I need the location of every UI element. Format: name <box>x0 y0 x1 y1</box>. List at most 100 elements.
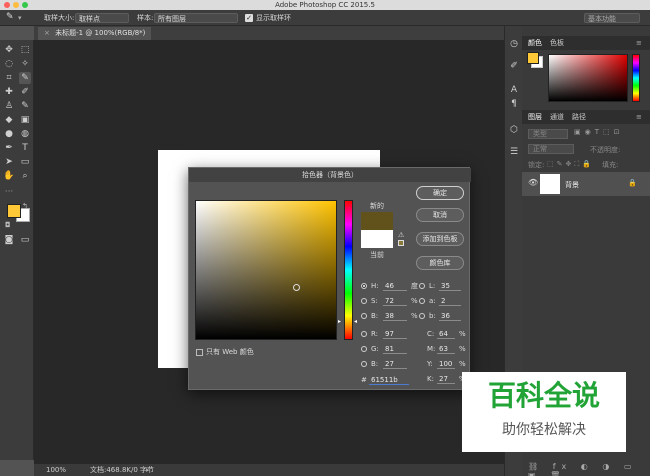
layers-footer-icons[interactable]: ⛓ fx ◐ ◑ ▭ ▣ 🗑 <box>528 462 646 476</box>
current-color-swatch[interactable] <box>361 230 393 248</box>
h-field[interactable]: 46 <box>383 282 407 291</box>
character-panel-icon[interactable]: A <box>508 84 520 96</box>
blue-radio[interactable] <box>361 361 367 367</box>
hue-slider[interactable] <box>344 200 353 340</box>
paragraph-panel-icon[interactable]: ¶ <box>508 98 520 110</box>
a-field[interactable]: 2 <box>439 297 461 306</box>
zoom-tool-icon[interactable]: ⌕ <box>19 170 31 182</box>
dodge-tool-icon[interactable]: ◍ <box>19 128 31 140</box>
b-field[interactable]: 38 <box>383 312 407 321</box>
web-only-checkbox[interactable] <box>196 349 203 356</box>
sample-size-select[interactable]: 取样点 <box>75 13 129 23</box>
show-ring-checkbox[interactable]: ✓ <box>245 14 253 22</box>
tab-channels[interactable]: 通道 <box>550 110 564 124</box>
sample-select[interactable]: 所有图层 <box>154 13 238 23</box>
rectangle-tool-icon[interactable]: ▭ <box>19 156 31 168</box>
cancel-button[interactable]: 取消 <box>416 208 464 222</box>
more-tools-icon[interactable]: ··· <box>3 186 15 198</box>
lab-b-radio[interactable] <box>419 313 425 319</box>
eye-icon[interactable]: 👁 <box>528 178 538 187</box>
pen-tool-icon[interactable]: ✒ <box>3 142 15 154</box>
layers-menu-icon[interactable]: ≡ <box>636 110 642 124</box>
color-field-cursor[interactable] <box>293 284 300 291</box>
magic-wand-tool-icon[interactable]: ✧ <box>19 58 31 70</box>
history-panel-icon[interactable]: ◷ <box>508 38 520 50</box>
document-info[interactable]: 文档:468.8K/0 字节 <box>90 464 154 476</box>
web-safe-color-icon[interactable] <box>398 240 404 246</box>
color-panel-foreground-swatch[interactable] <box>527 52 539 64</box>
stamp-tool-icon[interactable]: ♙ <box>3 100 15 112</box>
r-field[interactable]: 97 <box>383 330 407 339</box>
eyedropper-tool-icon[interactable]: ✎ <box>19 72 31 84</box>
path-selection-tool-icon[interactable]: ➤ <box>3 156 15 168</box>
gamut-warning-icon[interactable]: ⚠ <box>398 231 404 239</box>
status-bar: 100% 文档:468.8K/0 字节 ▸ <box>34 464 504 476</box>
zoom-level[interactable]: 100% <box>46 464 66 476</box>
workspace-select[interactable]: 基本功能 <box>584 13 640 23</box>
m-field[interactable]: 63 <box>437 345 455 354</box>
type-tool-icon[interactable]: T <box>19 142 31 154</box>
layer-row-background[interactable]: 👁 背景 🔒 <box>522 172 650 196</box>
eraser-tool-icon[interactable]: ◆ <box>3 114 15 126</box>
tab-swatches[interactable]: 色板 <box>550 36 564 50</box>
l-radio[interactable] <box>419 283 425 289</box>
a-radio[interactable] <box>419 298 425 304</box>
foreground-color-swatch[interactable] <box>7 204 21 218</box>
eyedropper-tool-icon[interactable]: ✎ <box>6 12 14 22</box>
healing-brush-tool-icon[interactable]: ✚ <box>3 86 15 98</box>
tool-preset-chevron-icon[interactable]: ▾ <box>18 13 22 23</box>
add-to-swatches-button[interactable]: 添加到色板 <box>416 232 464 246</box>
blend-mode-select[interactable]: 正常 <box>528 144 574 154</box>
blur-tool-icon[interactable]: ● <box>3 128 15 140</box>
h-radio[interactable] <box>361 283 367 289</box>
layer-name[interactable]: 背景 <box>565 180 579 190</box>
lasso-tool-icon[interactable]: ◌ <box>3 58 15 70</box>
document-tab[interactable]: × 未标题-1 @ 100%(RGB/8*) <box>38 27 152 40</box>
tab-paths[interactable]: 路径 <box>572 110 586 124</box>
screen-mode-icon[interactable]: ▭ <box>19 234 31 246</box>
blue-field[interactable]: 27 <box>383 360 407 369</box>
g-radio[interactable] <box>361 346 367 352</box>
c-field[interactable]: 64 <box>437 330 455 339</box>
s-field[interactable]: 72 <box>383 297 407 306</box>
hand-tool-icon[interactable]: ✋ <box>3 170 15 182</box>
quick-mask-icon[interactable]: ◙ <box>3 234 15 246</box>
lab-b-field[interactable]: 36 <box>439 312 461 321</box>
swap-colors-icon[interactable]: ↰ <box>22 202 28 210</box>
status-menu-icon[interactable]: ▸ <box>146 464 150 476</box>
color-hue-slider[interactable] <box>632 54 640 102</box>
g-field[interactable]: 81 <box>383 345 407 354</box>
r-radio[interactable] <box>361 331 367 337</box>
brush-tool-icon[interactable]: ✐ <box>19 86 31 98</box>
color-libraries-button[interactable]: 颜色库 <box>416 256 464 270</box>
lock-icons[interactable]: ⬚✎✥⛶🔒 <box>547 160 594 169</box>
3d-panel-icon[interactable]: ⬡ <box>508 124 520 136</box>
tab-color[interactable]: 颜色 <box>528 36 542 50</box>
default-colors-icon[interactable]: ◘ <box>5 221 11 229</box>
hue-slider-right-arrow[interactable]: ◂ <box>354 318 357 325</box>
k-field[interactable]: 27 <box>437 375 455 384</box>
panel-menu-icon[interactable]: ≡ <box>636 36 642 50</box>
properties-panel-icon[interactable]: ☰ <box>508 146 520 158</box>
ok-button[interactable]: 确定 <box>416 186 464 200</box>
hex-field[interactable]: 61511b <box>369 376 409 385</box>
color-spectrum-field[interactable] <box>548 54 628 102</box>
tab-layers[interactable]: 图层 <box>528 110 542 124</box>
gradient-tool-icon[interactable]: ▣ <box>19 114 31 126</box>
brush-panel-icon[interactable]: ✐ <box>508 60 520 72</box>
b-radio[interactable] <box>361 313 367 319</box>
layer-filter-icons[interactable]: ▣◉T⬚⊡ <box>574 128 623 136</box>
crop-tool-icon[interactable]: ⌗ <box>3 72 15 84</box>
marquee-tool-icon[interactable]: ⬚ <box>19 44 31 56</box>
l-field[interactable]: 35 <box>439 282 461 291</box>
s-unit: % <box>411 297 418 305</box>
history-brush-tool-icon[interactable]: ✎ <box>19 100 31 112</box>
s-radio[interactable] <box>361 298 367 304</box>
hue-slider-left-arrow[interactable]: ▸ <box>338 318 341 325</box>
l-label: L: <box>429 282 436 290</box>
y-field[interactable]: 100 <box>437 360 455 369</box>
move-tool-icon[interactable]: ✥ <box>3 44 15 56</box>
layer-filter-select[interactable]: 类型 <box>528 129 568 139</box>
color-field[interactable] <box>195 200 337 340</box>
close-tab-icon[interactable]: × <box>44 29 50 37</box>
